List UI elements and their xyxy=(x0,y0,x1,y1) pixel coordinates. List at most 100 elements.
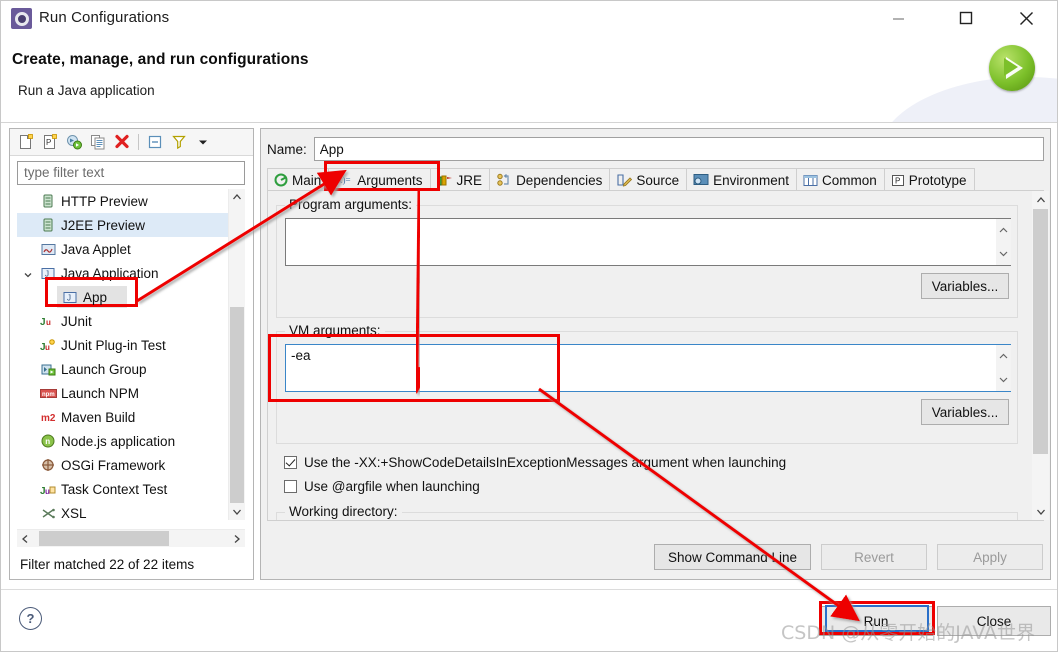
configuration-vertical-scrollbar[interactable] xyxy=(1032,191,1049,520)
svg-text:npm: npm xyxy=(42,392,55,398)
java-application-icon: J xyxy=(61,291,79,304)
dialog-divider xyxy=(1,589,1057,590)
java-applet-icon xyxy=(39,243,57,256)
maximize-button[interactable] xyxy=(943,1,989,35)
filter-icon[interactable] xyxy=(167,130,191,154)
minimize-button[interactable] xyxy=(875,1,921,35)
show-command-line-button[interactable]: Show Command Line xyxy=(654,544,811,570)
scroll-right-icon[interactable] xyxy=(229,530,245,547)
tab-environment[interactable]: Environment xyxy=(686,168,797,191)
launch-group-icon xyxy=(39,363,57,376)
delete-icon[interactable] xyxy=(110,130,134,154)
use-argfile-label: Use @argfile when launching xyxy=(304,479,480,494)
close-button[interactable] xyxy=(1003,1,1049,35)
tree-item-osgi-framework[interactable]: OSGi Framework xyxy=(17,453,245,477)
tree-item-nodejs-application[interactable]: n Node.js application xyxy=(17,429,245,453)
dependencies-tab-icon xyxy=(496,173,512,187)
tree-item-j2ee-preview[interactable]: J2EE Preview xyxy=(17,213,245,237)
toolbar-separator xyxy=(138,134,139,150)
maven-icon: m2 xyxy=(39,411,57,423)
tree-item-task-context-test[interactable]: Ju Task Context Test xyxy=(17,477,245,501)
show-code-details-checkbox[interactable] xyxy=(284,456,297,469)
junit-plugin-icon: Ju xyxy=(39,338,57,352)
working-directory-group: Working directory: Default: ${workspace_… xyxy=(276,504,1018,520)
window-title: Run Configurations xyxy=(39,9,170,26)
main-tab-icon xyxy=(274,173,288,187)
name-input[interactable] xyxy=(313,137,1044,161)
tree-item-label: Java Applet xyxy=(61,241,131,257)
program-arguments-group: Program arguments: Variables... xyxy=(276,197,1018,318)
svg-text:u: u xyxy=(46,318,51,327)
tab-label: Main xyxy=(292,172,322,188)
tree-item-junit-plugin-test[interactable]: Ju JUnit Plug-in Test xyxy=(17,333,245,357)
svg-text:n: n xyxy=(45,437,50,446)
chevron-down-icon[interactable] xyxy=(23,268,33,278)
tree-hscrollbar-thumb[interactable] xyxy=(39,531,169,546)
scroll-down-icon[interactable] xyxy=(1032,503,1049,520)
tab-label: Environment xyxy=(713,172,789,188)
duplicate-icon[interactable] xyxy=(86,130,110,154)
scroll-left-icon[interactable] xyxy=(17,530,33,547)
tab-common[interactable]: Common xyxy=(795,168,885,191)
program-arguments-label: Program arguments: xyxy=(285,197,417,212)
new-prototype-icon[interactable]: P xyxy=(38,130,62,154)
tree-vertical-scrollbar[interactable] xyxy=(228,189,245,520)
tree-item-xsl[interactable]: XSL xyxy=(17,501,245,520)
tree-item-label: OSGi Framework xyxy=(61,457,166,473)
launch-configuration-tree[interactable]: HTTP Preview J2EE Preview Java Applet J … xyxy=(17,189,245,520)
apply-button[interactable]: Apply xyxy=(937,544,1043,570)
program-arguments-variables-button[interactable]: Variables... xyxy=(921,273,1009,299)
filter-status-label: Filter matched 22 of 22 items xyxy=(20,557,195,572)
filter-input[interactable]: type filter text xyxy=(17,161,245,185)
vm-arguments-spinner[interactable] xyxy=(996,345,1011,391)
configuration-actions: Show Command Line Revert Apply xyxy=(654,544,1043,570)
scroll-up-icon[interactable] xyxy=(229,189,245,205)
program-arguments-spinner[interactable] xyxy=(996,219,1011,265)
export-launch-configuration-icon[interactable] xyxy=(62,130,86,154)
program-arguments-input[interactable] xyxy=(285,218,1011,266)
tree-item-label: JUnit Plug-in Test xyxy=(61,337,166,353)
new-launch-configuration-icon[interactable] xyxy=(14,130,38,154)
titlebar: Run Configurations xyxy=(1,1,1057,37)
tree-item-label: Task Context Test xyxy=(61,481,168,497)
source-tab-icon xyxy=(616,173,633,187)
working-directory-label: Working directory: xyxy=(285,504,402,519)
use-argfile-checkbox-row[interactable]: Use @argfile when launching xyxy=(284,479,480,494)
help-icon[interactable]: ? xyxy=(19,607,42,630)
revert-button[interactable]: Revert xyxy=(821,544,927,570)
tree-item-label: Launch Group xyxy=(61,361,147,377)
annotation-box-vm-arguments xyxy=(268,334,560,402)
npm-icon: npm xyxy=(39,388,57,399)
tree-item-junit[interactable]: Ju JUnit xyxy=(17,309,245,333)
tree-item-launch-group[interactable]: Launch Group xyxy=(17,357,245,381)
tab-source[interactable]: Source xyxy=(609,168,688,191)
server-icon xyxy=(39,218,57,232)
tab-dependencies[interactable]: Dependencies xyxy=(489,168,611,191)
annotation-box-arguments-tab xyxy=(324,161,440,191)
show-code-details-checkbox-row[interactable]: Use the -XX:+ShowCodeDetailsInExceptionM… xyxy=(284,455,786,470)
common-tab-icon xyxy=(803,174,818,187)
view-menu-icon[interactable] xyxy=(191,130,215,154)
show-code-details-label: Use the -XX:+ShowCodeDetailsInExceptionM… xyxy=(304,455,787,470)
tree-item-launch-npm[interactable]: npm Launch NPM xyxy=(17,381,245,405)
tab-label: JRE xyxy=(456,172,483,188)
name-label: Name: xyxy=(267,141,307,157)
tab-prototype[interactable]: P Prototype xyxy=(883,168,975,191)
use-argfile-checkbox[interactable] xyxy=(284,480,297,493)
tree-scrollbar-thumb[interactable] xyxy=(230,307,244,503)
tree-item-label: J2EE Preview xyxy=(61,217,146,233)
tab-main[interactable]: Main xyxy=(267,168,330,191)
tree-horizontal-scrollbar[interactable] xyxy=(17,529,245,547)
collapse-all-icon[interactable] xyxy=(143,130,167,154)
tree-item-java-applet[interactable]: Java Applet xyxy=(17,237,245,261)
svg-text:J: J xyxy=(40,317,46,328)
bottom-strip xyxy=(1,645,1057,651)
vm-arguments-variables-button[interactable]: Variables... xyxy=(921,399,1009,425)
tree-item-maven-build[interactable]: m2 Maven Build xyxy=(17,405,245,429)
tree-item-http-preview[interactable]: HTTP Preview xyxy=(17,189,245,213)
nodejs-icon: n xyxy=(39,434,57,448)
tree-item-label: JUnit xyxy=(61,313,92,329)
scroll-up-icon[interactable] xyxy=(1032,191,1049,208)
configuration-scrollbar-thumb[interactable] xyxy=(1033,209,1048,454)
scroll-down-icon[interactable] xyxy=(229,504,245,520)
